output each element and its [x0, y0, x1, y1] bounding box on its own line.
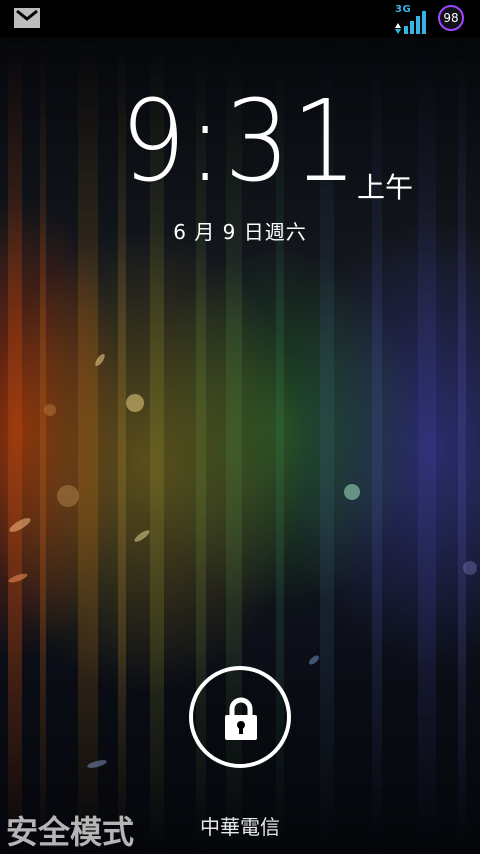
gmail-icon [14, 8, 40, 28]
signal-bars-icon [395, 11, 426, 34]
safe-mode-label: 安全模式 [6, 813, 135, 851]
clock-digits: 9:31 [120, 77, 360, 207]
lock-icon [225, 697, 257, 740]
battery-indicator: 98 [438, 5, 464, 31]
clock-ampm: 上午 [357, 171, 414, 204]
status-bar: 3G 98 [0, 0, 480, 38]
clock-date: 6 月 9 日週六 [173, 220, 307, 244]
unlock-button[interactable] [189, 666, 291, 768]
signal-indicator: 3G [393, 4, 429, 34]
